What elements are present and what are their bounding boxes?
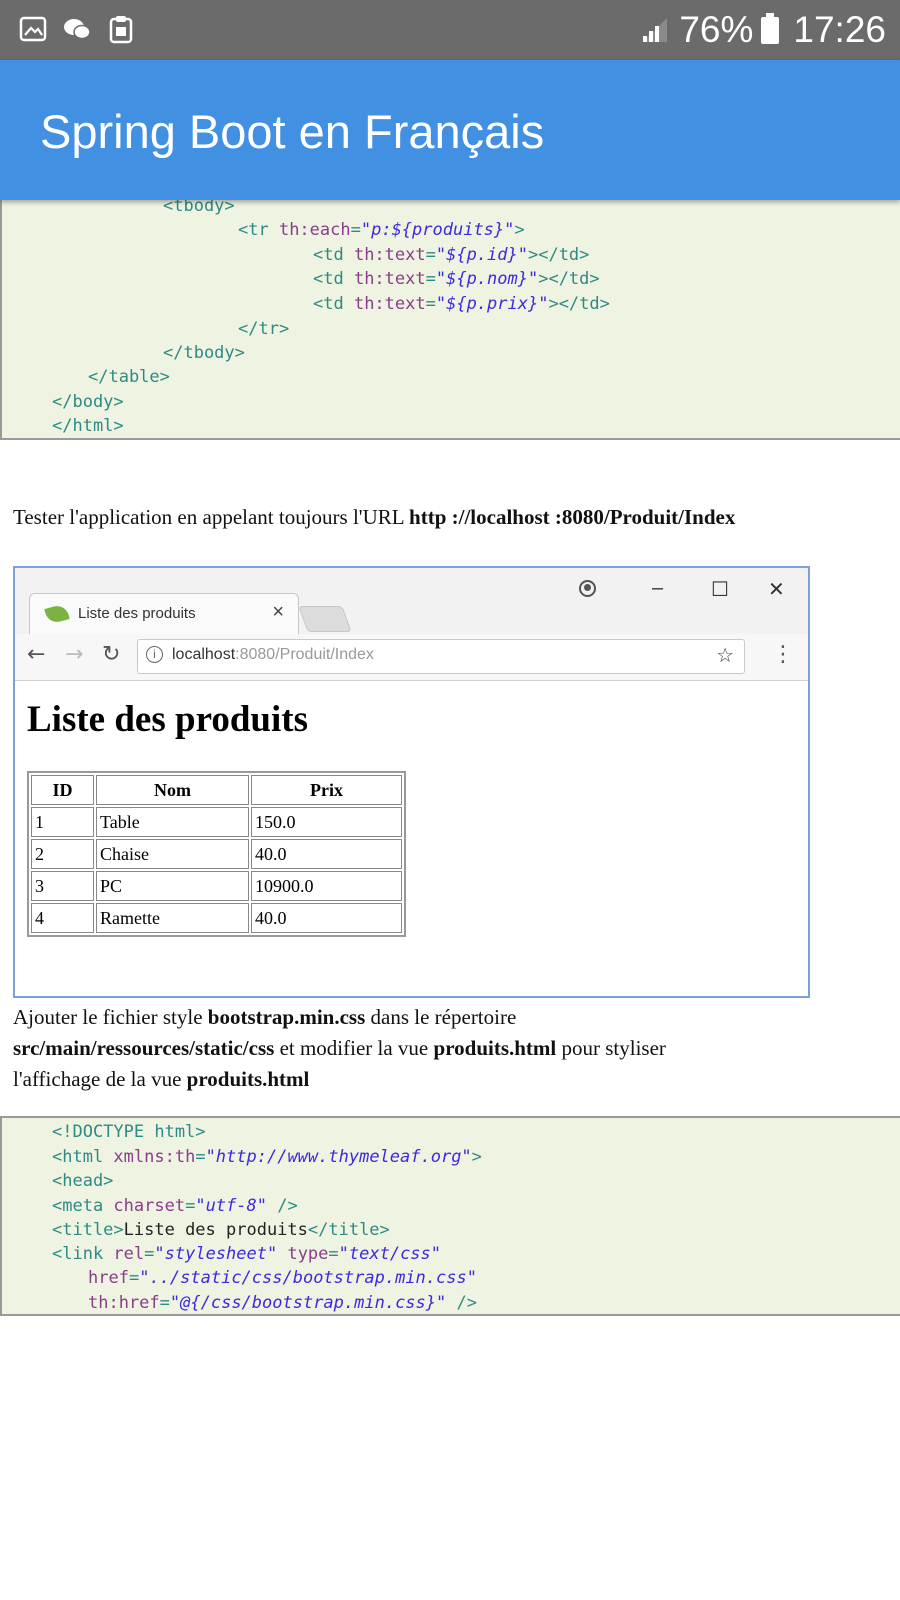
cell-id: 2 (31, 839, 94, 869)
signal-icon (643, 18, 668, 42)
code-line: <link rel="stylesheet" type="text/css" (52, 1244, 442, 1264)
code-line: <!DOCTYPE html> (52, 1122, 206, 1142)
app-bar: Spring Boot en Français (0, 60, 900, 200)
tab-close-icon[interactable]: × (272, 601, 284, 624)
code-line: <title>Liste des produits</title> (52, 1220, 390, 1240)
info-icon[interactable]: i (146, 646, 163, 663)
instruction-text: Tester l'application en appelant toujour… (13, 505, 736, 529)
table-row: 1 Table 150.0 (31, 807, 402, 837)
para-line: l'affichage de la vue produits.html (13, 1067, 310, 1091)
minimize-icon[interactable]: – (652, 577, 663, 600)
browser-titlebar: Liste des produits × – ☐ ✕ (15, 568, 808, 634)
status-bar: 76% 17:26 (0, 0, 900, 60)
code-line: <meta charset="utf-8" /> (52, 1196, 298, 1216)
table-row: 4 Ramette 40.0 (31, 903, 402, 933)
bookmark-star-icon[interactable]: ☆ (716, 643, 734, 667)
browser-toolbar: ← → ↻ i localhost:8080/Produit/Index ☆ ⋮ (15, 634, 808, 681)
table-header-row: ID Nom Prix (31, 775, 402, 805)
cell-id: 1 (31, 807, 94, 837)
new-tab-button[interactable] (298, 606, 352, 632)
code-line: <td th:text="${p.nom}"></td> (313, 269, 600, 289)
cell-nom: Chaise (96, 839, 249, 869)
cell-prix: 10900.0 (251, 871, 402, 901)
wechat-icon (64, 19, 91, 40)
header-id: ID (31, 775, 94, 805)
code-line: <tr th:each="p:${produits}"> (238, 220, 525, 240)
battery-icon (761, 12, 780, 44)
code-block-top: <tbody> <tr th:each="p:${produits}"> <td… (0, 190, 900, 440)
code-line: </html> (52, 416, 124, 436)
cell-nom: Table (96, 807, 249, 837)
browser-tab[interactable]: Liste des produits × (29, 593, 299, 634)
para-line: src/main/ressources/static/css et modifi… (13, 1036, 666, 1060)
code-block-bottom: <!DOCTYPE html> <html xmlns:th="http://w… (0, 1116, 900, 1316)
spring-leaf-icon (44, 603, 70, 625)
header-prix: Prix (251, 775, 402, 805)
header-nom: Nom (96, 775, 249, 805)
cell-nom: PC (96, 871, 249, 901)
code-line: href="../static/css/bootstrap.min.css" (88, 1268, 477, 1288)
code-line: </tr> (238, 319, 290, 339)
cell-id: 3 (31, 871, 94, 901)
gallery-icon (19, 16, 47, 42)
cell-id: 4 (31, 903, 94, 933)
instruction-text-2: Ajouter le fichier style bootstrap.min.c… (13, 1002, 666, 1095)
para-line: Ajouter le fichier style bootstrap.min.c… (13, 1005, 517, 1029)
url-link[interactable]: http ://localhost :8080/Produit/Index (409, 505, 735, 529)
page-heading: Liste des produits (27, 699, 308, 740)
tab-title: Liste des produits (78, 605, 196, 622)
products-table: ID Nom Prix 1 Table 150.0 2 Chaise 40.0 … (27, 771, 406, 937)
code-line: </table> (88, 367, 170, 387)
cell-prix: 40.0 (251, 903, 402, 933)
code-line: th:href="@{/css/bootstrap.min.css}" /> (88, 1293, 477, 1313)
table-row: 2 Chaise 40.0 (31, 839, 402, 869)
code-line: <td th:text="${p.id}"></td> (313, 245, 590, 265)
code-line: <html xmlns:th="http://www.thymeleaf.org… (52, 1147, 482, 1167)
code-line: <td th:text="${p.prix}"></td> (313, 294, 610, 314)
code-line: <head> (52, 1171, 114, 1191)
account-icon[interactable] (579, 580, 596, 597)
cell-prix: 40.0 (251, 839, 402, 869)
code-line: </tbody> (163, 343, 245, 363)
battery-percent: 76% (679, 9, 754, 50)
maximize-icon[interactable]: ☐ (711, 577, 729, 602)
forward-icon[interactable]: → (65, 642, 83, 667)
address-bar[interactable]: i localhost:8080/Produit/Index ☆ (137, 639, 745, 674)
app-title: Spring Boot en Français (40, 105, 545, 158)
menu-icon[interactable]: ⋮ (772, 642, 794, 667)
table-row: 3 PC 10900.0 (31, 871, 402, 901)
clock-time: 17:26 (793, 9, 886, 50)
reload-icon[interactable]: ↻ (102, 642, 120, 667)
code-line: </body> (52, 392, 124, 412)
back-icon[interactable]: ← (27, 642, 45, 667)
cell-prix: 150.0 (251, 807, 402, 837)
clipboard-icon (109, 16, 133, 44)
cell-nom: Ramette (96, 903, 249, 933)
address-url: localhost:8080/Produit/Index (172, 646, 374, 663)
browser-window: Liste des produits × – ☐ ✕ ← → ↻ i local… (13, 566, 810, 998)
close-icon[interactable]: ✕ (768, 577, 785, 602)
